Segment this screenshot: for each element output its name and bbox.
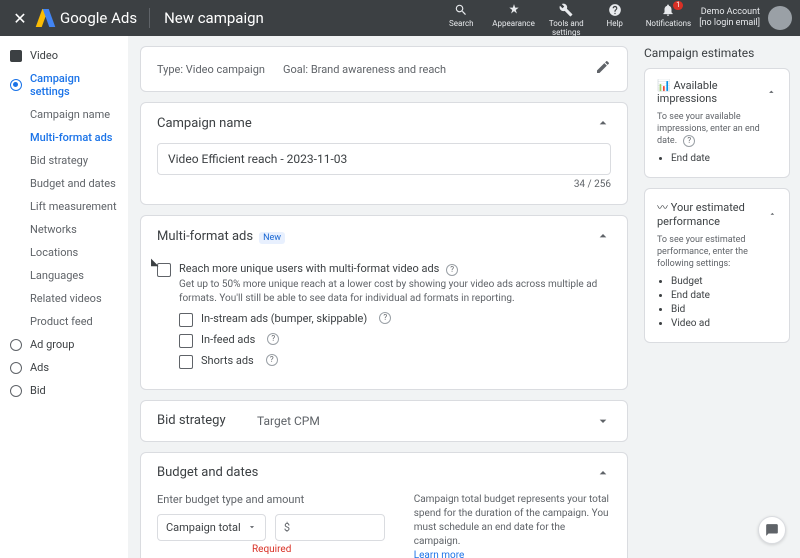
multi-format-header[interactable]: Multi-format adsNew xyxy=(141,216,627,256)
chevron-up-icon xyxy=(595,115,611,131)
sidebar-sub-product-feed[interactable]: Product feed xyxy=(0,310,128,333)
sidebar-sub-bid-strategy[interactable]: Bid strategy xyxy=(0,149,128,172)
multiformat-checkbox[interactable] xyxy=(157,263,171,277)
budget-type-label: Enter budget type and amount xyxy=(157,493,394,506)
performance-card: 〰 Your estimated performance To see your… xyxy=(644,188,790,343)
campaign-name-input[interactable] xyxy=(157,143,611,175)
sidebar-item-video[interactable]: Video xyxy=(0,44,128,67)
avatar[interactable] xyxy=(768,6,792,30)
sidebar-sub-lift[interactable]: Lift measurement xyxy=(0,195,128,218)
sidebar-sub-networks[interactable]: Networks xyxy=(0,218,128,241)
performance-text: To see your estimated performance, enter… xyxy=(657,234,777,270)
shorts-checkbox[interactable] xyxy=(179,355,193,369)
bullet-video-ad: Video ad xyxy=(671,318,777,329)
bullet-end-date: End date xyxy=(671,290,777,301)
video-icon xyxy=(10,50,22,62)
multiformat-label: Reach more unique users with multi-forma… xyxy=(179,262,439,275)
help-icon[interactable]: ? xyxy=(267,333,279,345)
sidebar-sub-locations[interactable]: Locations xyxy=(0,241,128,264)
help-icon[interactable]: Help xyxy=(598,3,632,28)
infeed-checkbox[interactable] xyxy=(179,334,193,348)
header-divider xyxy=(149,8,150,28)
help-icon[interactable]: ? xyxy=(683,135,695,147)
chevron-up-icon xyxy=(766,86,777,98)
performance-header[interactable]: 〰 Your estimated performance xyxy=(657,199,777,228)
main-content: Type: Video campaign Goal: Brand awarene… xyxy=(128,36,640,558)
impressions-header[interactable]: 📊 Available impressions xyxy=(657,79,777,105)
budget-amount-input[interactable]: $ xyxy=(275,514,385,541)
page-title: New campaign xyxy=(164,9,264,27)
sidebar-item-ads[interactable]: Ads xyxy=(0,356,128,379)
budget-help-text: Campaign total budget represents your to… xyxy=(414,494,609,547)
multiformat-desc: Get up to 50% more unique reach at a low… xyxy=(179,278,611,306)
instream-label: In-stream ads (bumper, skippable) xyxy=(201,312,367,325)
logo[interactable]: Google Ads xyxy=(36,9,137,27)
bid-strategy-card: Bid strategy Target CPM xyxy=(140,400,628,442)
sidebar-sub-budget[interactable]: Budget and dates xyxy=(0,172,128,195)
sidebar-sub-multi-format[interactable]: Multi-format ads xyxy=(0,126,128,149)
estimates-title: Campaign estimates xyxy=(644,46,790,60)
bullet-end-date: End date xyxy=(671,153,777,164)
impressions-card: 📊 Available impressions To see your avai… xyxy=(644,68,790,178)
infeed-label: In-feed ads xyxy=(201,333,255,346)
app-header: ✕ Google Ads New campaign Search Appeara… xyxy=(0,0,800,36)
notifications-icon[interactable]: 1Notifications xyxy=(646,3,691,28)
sidebar-sub-campaign-name[interactable]: Campaign name xyxy=(0,103,128,126)
budget-header[interactable]: Budget and dates xyxy=(141,453,627,493)
feedback-fab[interactable] xyxy=(758,516,786,544)
radio-icon xyxy=(10,339,22,351)
learn-more-link[interactable]: Learn more xyxy=(414,550,465,558)
appearance-icon[interactable]: Appearance xyxy=(492,3,535,28)
chevron-up-icon xyxy=(768,208,777,220)
google-ads-logo-icon xyxy=(36,9,54,27)
chevron-down-icon xyxy=(595,413,611,429)
sidebar-item-ad-group[interactable]: Ad group xyxy=(0,333,128,356)
radio-icon xyxy=(10,362,22,374)
impressions-text: To see your available impressions, enter… xyxy=(657,111,777,147)
notification-badge: 1 xyxy=(673,1,683,10)
help-icon[interactable]: ? xyxy=(379,312,391,324)
bullet-bid: Bid xyxy=(671,304,777,315)
tools-icon[interactable]: Tools andsettings xyxy=(549,3,584,37)
close-icon[interactable]: ✕ xyxy=(8,9,32,28)
radio-icon xyxy=(10,79,22,91)
shorts-label: Shorts ads xyxy=(201,354,254,367)
budget-type-select[interactable]: Campaign total xyxy=(157,514,266,541)
budget-card: Budget and dates Enter budget type and a… xyxy=(140,452,628,558)
chevron-up-icon xyxy=(595,465,611,481)
help-icon[interactable]: ? xyxy=(446,264,458,276)
char-count: 34 / 256 xyxy=(157,179,611,190)
bullet-budget: Budget xyxy=(671,276,777,287)
sidebar-sub-languages[interactable]: Languages xyxy=(0,264,128,287)
sidebar-sub-related-videos[interactable]: Related videos xyxy=(0,287,128,310)
campaign-name-header[interactable]: Campaign name xyxy=(141,103,627,143)
sidebar: Video Campaign settings Campaign name Mu… xyxy=(0,36,128,558)
sidebar-item-campaign-settings[interactable]: Campaign settings xyxy=(0,67,128,103)
logo-text: Google Ads xyxy=(60,9,137,27)
radio-icon xyxy=(10,385,22,397)
instream-checkbox[interactable] xyxy=(179,313,193,327)
chevron-up-icon xyxy=(595,228,611,244)
campaign-name-card: Campaign name 34 / 256 xyxy=(140,102,628,205)
multi-format-card: Multi-format adsNew Reach more unique us… xyxy=(140,215,628,390)
header-toolbar: Search Appearance Tools andsettings Help… xyxy=(444,0,691,37)
account-label[interactable]: Demo Account [no login email] xyxy=(699,7,760,29)
search-icon[interactable]: Search xyxy=(444,3,478,28)
summary-card: Type: Video campaign Goal: Brand awarene… xyxy=(140,46,628,92)
sidebar-item-bid[interactable]: Bid xyxy=(0,379,128,402)
required-label: Required xyxy=(252,544,394,555)
right-panel: Campaign estimates 📊 Available impressio… xyxy=(640,36,800,558)
edit-icon[interactable] xyxy=(595,59,611,79)
bid-strategy-row[interactable]: Bid strategy Target CPM xyxy=(141,401,627,441)
new-badge: New xyxy=(259,232,285,244)
help-icon[interactable]: ? xyxy=(266,354,278,366)
